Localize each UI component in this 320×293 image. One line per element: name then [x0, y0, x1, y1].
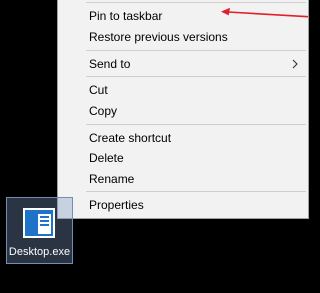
menu-item-label: Restore previous versions [89, 30, 228, 44]
desktop-file-icon-tile[interactable]: Desktop.exe [6, 197, 73, 264]
menu-item-send-to[interactable]: Send to [58, 53, 308, 75]
menu-item-label: Properties [89, 198, 144, 212]
menu-item-rename[interactable]: Rename [58, 168, 308, 190]
red-arrow-icon [221, 7, 308, 18]
menu-item-label: Cut [89, 83, 108, 97]
menu-item-label: Copy [89, 104, 118, 118]
menu-item-cut[interactable]: Cut [58, 79, 308, 101]
menu-item-delete[interactable]: Delete [58, 147, 308, 169]
menu-item-label: Rename [89, 172, 135, 186]
menu-item-properties[interactable]: Properties [58, 194, 308, 216]
menu-item-label: Send to [89, 57, 131, 71]
menu-item-copy[interactable]: Copy [58, 100, 308, 122]
menu-item-label: Delete [89, 151, 124, 165]
file-name-label: Desktop.exe [8, 246, 71, 258]
menu-item-restore-previous-versions[interactable]: Restore previous versions [58, 26, 308, 48]
menu-item-label: Pin to taskbar [89, 9, 163, 23]
menu-separator [86, 50, 306, 51]
context-menu: Pin to taskbar Restore previous versions… [57, 0, 309, 219]
menu-separator [86, 76, 306, 77]
chevron-right-icon [292, 59, 298, 69]
menu-separator [86, 124, 306, 125]
application-window-icon [23, 208, 55, 238]
menu-item-create-shortcut[interactable]: Create shortcut [58, 127, 308, 149]
menu-separator [86, 191, 306, 192]
menu-separator [86, 2, 306, 3]
menu-item-label: Create shortcut [89, 131, 172, 145]
